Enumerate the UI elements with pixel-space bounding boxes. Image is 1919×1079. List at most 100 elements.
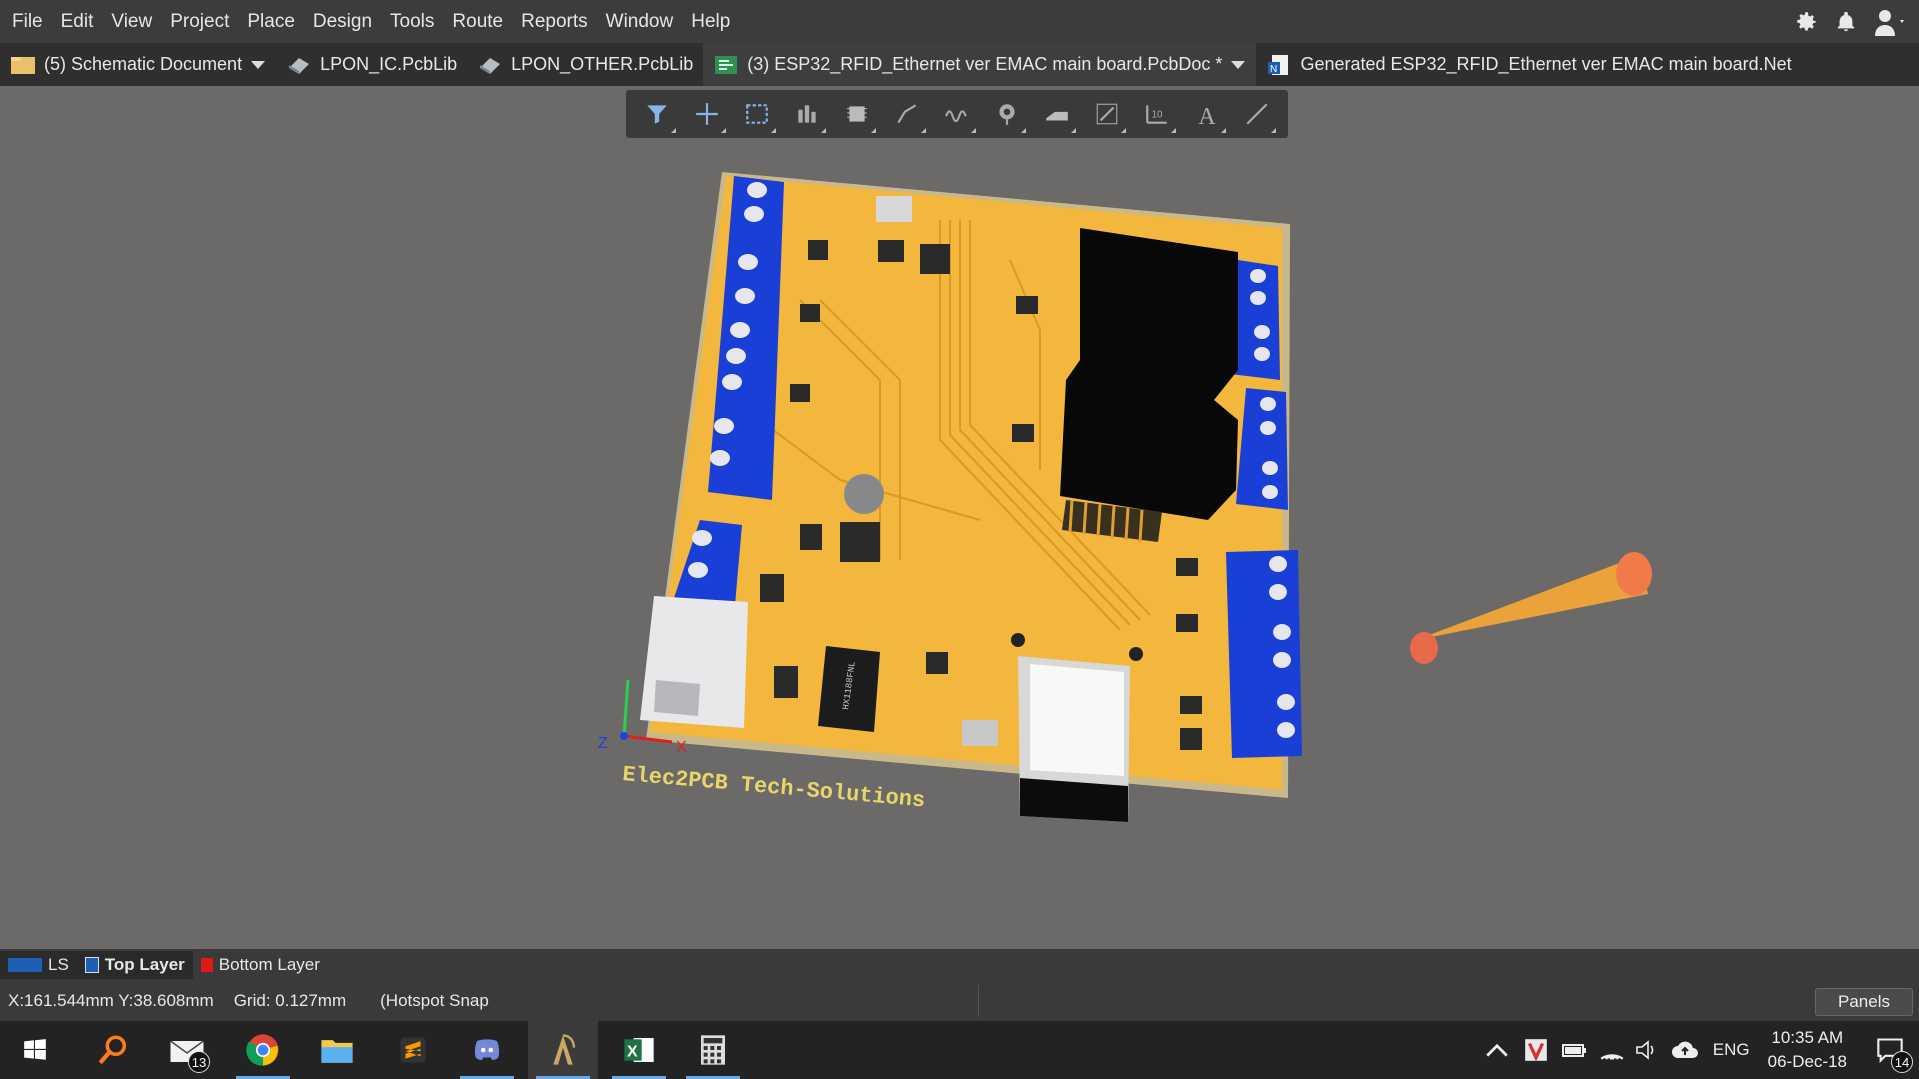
bell-icon[interactable] <box>1835 10 1857 34</box>
component-tool[interactable] <box>840 97 876 133</box>
svg-text:X: X <box>676 739 687 756</box>
vivaldi-icon[interactable] <box>1523 1037 1549 1063</box>
menu-file[interactable]: File <box>0 11 52 33</box>
file-explorer-app[interactable] <box>302 1021 372 1079</box>
tab-pcbdoc-active[interactable]: (3) ESP32_RFID_Ethernet ver EMAC main bo… <box>703 43 1257 86</box>
calculator-app[interactable] <box>678 1021 748 1079</box>
altium-icon <box>553 1034 576 1065</box>
layer-set-ls[interactable]: LS <box>0 951 77 979</box>
cloud-upload-icon[interactable] <box>1671 1039 1699 1061</box>
inductor <box>844 474 884 514</box>
status-divider <box>978 985 979 1017</box>
menu-window[interactable]: Window <box>597 11 683 33</box>
select-tool[interactable] <box>740 97 776 133</box>
silkscreen-text: Elec2PCB Tech-Solutions <box>621 762 926 813</box>
chevron-down-icon[interactable] <box>250 60 266 70</box>
polygon-tool[interactable] <box>1040 97 1076 133</box>
layer-set-label: LS <box>48 955 69 974</box>
dimension-icon <box>1096 103 1118 125</box>
tab-generated-netlist[interactable]: N Generated ESP32_RFID_Ethernet ver EMAC… <box>1256 43 1801 86</box>
chevron-down-icon[interactable] <box>1230 60 1246 70</box>
pcbdoc-icon <box>715 55 738 74</box>
line-tool[interactable] <box>1240 97 1276 133</box>
user-icon[interactable] <box>1873 8 1907 36</box>
menu-bar: File Edit View Project Place Design Tool… <box>0 0 1919 43</box>
start-button[interactable] <box>0 1021 70 1079</box>
filter-tool[interactable] <box>640 97 676 133</box>
folder-icon <box>321 1040 353 1063</box>
layer-tabs-bar: LS Top Layer Bottom Layer <box>0 949 1919 981</box>
clock-time: 10:35 AM <box>1771 1028 1844 1047</box>
action-center-button[interactable]: 14 <box>1861 1021 1919 1079</box>
altium-app[interactable] <box>528 1021 598 1079</box>
tactile-button <box>1011 633 1025 647</box>
menu-design[interactable]: Design <box>304 11 381 33</box>
menu-view[interactable]: View <box>102 11 161 33</box>
tab-lpon-other-pcblib[interactable]: LPON_OTHER.PcbLib <box>467 43 703 86</box>
search-icon <box>98 1035 127 1065</box>
discord-app[interactable] <box>452 1021 522 1079</box>
svg-text:10: 10 <box>1152 109 1163 120</box>
netlist-icon: N <box>1268 54 1289 75</box>
system-tray: ENG 10:35 AM 06-Dec-18 14 <box>1483 1021 1919 1079</box>
chevron-up-icon[interactable] <box>1483 1040 1511 1060</box>
gear-icon[interactable] <box>1793 9 1819 35</box>
clock[interactable]: 10:35 AM 06-Dec-18 <box>1754 1026 1861 1074</box>
measure-tool[interactable]: 10 <box>1140 97 1176 133</box>
crystal <box>962 720 998 746</box>
menu-route[interactable]: Route <box>443 11 512 33</box>
tab-label: LPON_IC.PcbLib <box>320 54 458 74</box>
notification-badge: 14 <box>1891 1051 1913 1073</box>
esp32-module <box>1018 656 1130 822</box>
panels-button[interactable]: Panels <box>1815 988 1913 1016</box>
text-tool[interactable]: A <box>1190 97 1226 133</box>
light-direction-indicator[interactable] <box>1410 552 1652 664</box>
layer-set-swatch <box>8 958 42 972</box>
menu-project[interactable]: Project <box>161 11 238 33</box>
active-bar-toolbar: 10 A <box>626 90 1288 138</box>
bottom-layer-swatch <box>200 958 213 972</box>
tab-label: (5) Schematic Document <box>44 54 243 74</box>
volume-icon[interactable] <box>1635 1039 1659 1061</box>
document-tab-bar: (5) Schematic Document LPON_IC.PcbLib LP… <box>0 43 1919 86</box>
menu-tools[interactable]: Tools <box>381 11 443 33</box>
route-icon <box>897 104 917 124</box>
tune-tool[interactable] <box>940 97 976 133</box>
menu-place[interactable]: Place <box>238 11 304 33</box>
text-icon: A <box>1198 104 1216 127</box>
sublime-app[interactable] <box>378 1021 448 1079</box>
chrome-app[interactable] <box>228 1021 298 1079</box>
top-layer-label: Top Layer <box>104 955 185 974</box>
menu-edit[interactable]: Edit <box>52 11 103 33</box>
excel-app[interactable]: X <box>604 1021 674 1079</box>
bottom-layer-label: Bottom Layer <box>218 955 320 974</box>
dimension-tool[interactable] <box>1090 97 1126 133</box>
route-tool[interactable] <box>890 97 926 133</box>
move-tool[interactable] <box>690 97 726 133</box>
grid-size: Grid: 0.127mm <box>233 991 347 1010</box>
top-layer-swatch <box>84 957 99 973</box>
snap-mode: (Hotspot Snap <box>380 991 489 1010</box>
select-rect-icon <box>746 104 768 124</box>
tab-schematic-document[interactable]: (5) Schematic Document <box>0 43 276 86</box>
menu-help[interactable]: Help <box>682 11 739 33</box>
move-icon <box>696 103 718 125</box>
menu-reports[interactable]: Reports <box>512 11 597 33</box>
calculator-icon <box>701 1035 725 1065</box>
pcb-3d-viewport[interactable]: HX1188FNL Elec2PCB Tech-Solutions Z X 10… <box>0 86 1919 949</box>
search-button[interactable] <box>78 1021 148 1079</box>
layer-bottom[interactable]: Bottom Layer <box>193 951 328 979</box>
black-module <box>1060 228 1238 520</box>
mail-app[interactable]: 13 <box>152 1021 222 1079</box>
input-language[interactable]: ENG <box>1713 1040 1750 1060</box>
filter-icon <box>647 105 667 124</box>
via-tool[interactable] <box>990 97 1026 133</box>
wifi-icon[interactable] <box>1599 1039 1625 1061</box>
align-tool[interactable] <box>790 97 826 133</box>
svg-text:A: A <box>1198 104 1216 127</box>
tab-label: (3) ESP32_RFID_Ethernet ver EMAC main bo… <box>747 54 1223 74</box>
layer-top[interactable]: Top Layer <box>76 951 193 979</box>
battery-icon[interactable] <box>1561 1040 1589 1060</box>
tab-lpon-ic-pcblib[interactable]: LPON_IC.PcbLib <box>276 43 467 86</box>
tab-label: Generated ESP32_RFID_Ethernet ver EMAC m… <box>1300 54 1792 74</box>
